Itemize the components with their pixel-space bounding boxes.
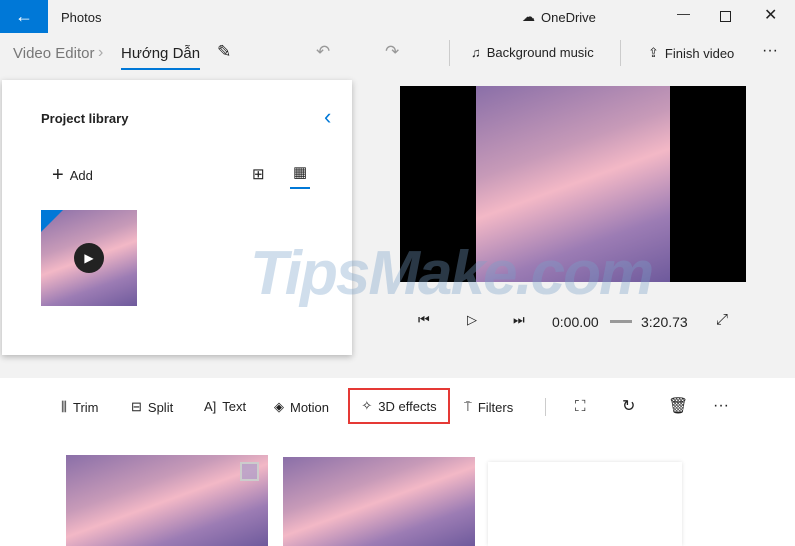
storyboard-area: ⫼ Trim ⊟ Split A] Text ◈ Motion ✧ 3D effects … xyxy=(0,378,795,546)
trim-button[interactable]: ⫼ Trim xyxy=(61,399,99,415)
breadcrumb-project-name[interactable]: Hướng Dẫn xyxy=(121,45,201,70)
storyboard-clip[interactable] xyxy=(283,457,475,546)
music-note-icon: ♫ xyxy=(471,45,481,60)
chevron-right-icon: › xyxy=(98,44,104,61)
text-button[interactable]: A] Text xyxy=(204,399,246,414)
collapse-chevron-icon[interactable]: ‹ xyxy=(324,104,331,130)
share-icon: ⇪ xyxy=(648,45,659,60)
divider xyxy=(449,40,450,66)
back-button[interactable]: ← xyxy=(0,0,48,33)
storyboard-clip[interactable] xyxy=(66,455,268,546)
resize-icon[interactable]: ⛶ xyxy=(575,398,586,415)
3d-effects-icon: ✧ xyxy=(361,398,373,413)
split-icon: ⊟ xyxy=(131,399,142,414)
back-arrow-icon: ← xyxy=(15,6,33,26)
project-library-title: Project library xyxy=(41,111,129,126)
play-icon[interactable]: ▶ xyxy=(74,243,104,273)
added-corner-marker xyxy=(41,210,63,232)
motion-icon: ◈ xyxy=(274,399,284,414)
clip-select-checkbox[interactable] xyxy=(240,462,259,481)
more-options-button[interactable]: ··· xyxy=(762,42,778,60)
divider xyxy=(620,40,621,66)
text-icon: A] xyxy=(204,399,217,414)
undo-icon[interactable]: ↶ xyxy=(316,42,330,62)
delete-trash-icon[interactable]: 🗑 xyxy=(668,396,688,416)
empty-storyboard-slot[interactable] xyxy=(488,462,682,546)
project-library-panel: Project library ‹ + Add ⊞ ▦ ▶ xyxy=(2,80,352,355)
play-button[interactable]: ▷ xyxy=(467,312,477,328)
more-toolbar-button[interactable]: ··· xyxy=(713,397,729,415)
maximize-button[interactable] xyxy=(720,11,731,22)
seek-bar[interactable] xyxy=(610,320,632,323)
filters-button[interactable]: ⍑ Filters xyxy=(464,399,513,415)
finish-video-button[interactable]: ⇪ Finish video xyxy=(648,45,734,61)
previous-frame-icon[interactable]: ⏮ xyxy=(418,312,430,328)
media-thumbnail[interactable]: ▶ xyxy=(41,210,137,306)
title-bar: ← Photos ☁ OneDrive — ✕ xyxy=(0,0,795,35)
redo-icon[interactable]: ↷ xyxy=(385,42,399,62)
plus-icon: + xyxy=(52,164,64,186)
motion-button[interactable]: ◈ Motion xyxy=(274,399,329,415)
small-grid-view-icon[interactable]: ▦ xyxy=(290,163,311,189)
large-grid-view-icon[interactable]: ⊞ xyxy=(252,165,265,183)
close-button[interactable]: ✕ xyxy=(764,5,777,25)
app-title: Photos xyxy=(61,10,102,25)
watermark: TipsMake.com xyxy=(250,239,654,308)
rotate-icon[interactable]: ↻ xyxy=(622,396,635,416)
breadcrumb-video-editor[interactable]: Video Editor xyxy=(13,45,94,62)
next-frame-icon[interactable]: ⏭ xyxy=(513,312,525,328)
current-time: 0:00.00 xyxy=(552,314,599,330)
3d-effects-button[interactable]: ✧ 3D effects xyxy=(348,388,450,424)
trim-icon: ⫼ xyxy=(61,399,67,414)
pencil-edit-icon[interactable]: ✎ xyxy=(217,42,231,62)
add-button[interactable]: + Add xyxy=(52,164,93,187)
onedrive-status[interactable]: ☁ OneDrive xyxy=(522,9,596,25)
minimize-button[interactable]: — xyxy=(677,6,690,21)
total-time: 3:20.73 xyxy=(641,314,688,330)
cloud-icon: ☁ xyxy=(522,9,535,24)
divider xyxy=(545,398,546,416)
split-button[interactable]: ⊟ Split xyxy=(131,399,173,415)
filters-brush-icon: ⍑ xyxy=(464,399,472,414)
background-music-button[interactable]: ♫ Background music xyxy=(471,45,594,60)
fullscreen-icon[interactable]: ⤢ xyxy=(716,311,728,328)
